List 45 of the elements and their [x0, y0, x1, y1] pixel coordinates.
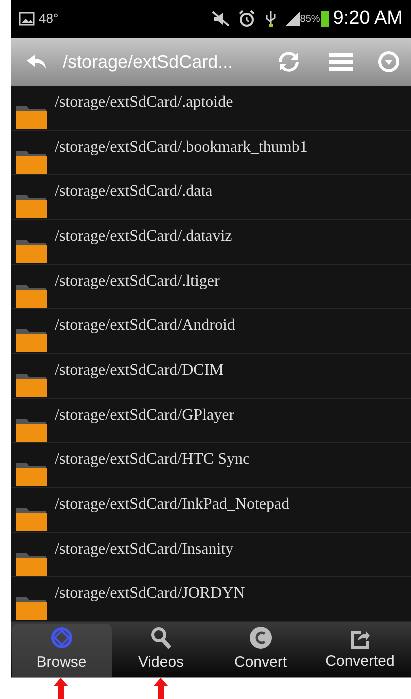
search-icon	[150, 626, 172, 650]
folder-icon	[15, 194, 47, 218]
alarm-clock-icon	[238, 10, 256, 28]
refresh-icon	[278, 51, 300, 73]
back-icon	[26, 54, 48, 70]
folder-path[interactable]: /storage/extSdCard/HTC Sync	[55, 448, 250, 472]
tab[interactable]: Browse	[12, 624, 112, 677]
battery-percent: 85%	[300, 12, 320, 26]
folder-path[interactable]: /storage/extSdCard/Android	[55, 314, 236, 338]
tab[interactable]: Converted	[310, 624, 410, 677]
temperature-text: 48°	[39, 10, 59, 28]
folder-icon	[15, 328, 47, 352]
signal-icon	[286, 12, 300, 26]
dropdown-icon	[378, 51, 400, 73]
folder-icon	[15, 105, 47, 129]
folder-path[interactable]: /storage/extSdCard/InkPad_Notepad	[55, 493, 290, 518]
folder-path[interactable]: /storage/extSdCard/.bookmark_thumb1	[55, 136, 308, 160]
folder-icon	[15, 596, 47, 620]
folder-icon	[15, 239, 47, 264]
folder-path[interactable]: /storage/extSdCard/.ltiger	[55, 270, 220, 294]
clock: 9:20 AM	[333, 6, 403, 31]
toolbar-title: /storage/extSdCard...	[63, 50, 234, 74]
folder-icon	[15, 284, 47, 308]
folder-icon	[15, 507, 47, 532]
battery-icon	[321, 11, 330, 27]
tab[interactable]: Convert	[211, 624, 310, 677]
folder-icon	[15, 462, 47, 486]
folder-icon	[15, 552, 47, 576]
folder-icon	[15, 373, 47, 398]
folder-path[interactable]: /storage/extSdCard/Insanity	[55, 538, 234, 562]
folder-path[interactable]: /storage/extSdCard/.dataviz	[55, 225, 232, 250]
convert-icon	[248, 626, 273, 650]
image-icon	[19, 12, 35, 26]
folder-path[interactable]: /storage/extSdCard/JORDYN	[55, 582, 246, 606]
tab[interactable]: Videos	[112, 624, 211, 677]
folder-icon	[15, 150, 47, 174]
folder-icon	[15, 418, 47, 442]
crosshair-icon	[50, 626, 74, 650]
menu-icon	[329, 52, 353, 72]
folder-path[interactable]: /storage/extSdCard/GPlayer	[55, 404, 235, 428]
folder-path[interactable]: /storage/extSdCard/DCIM	[55, 359, 224, 384]
folder-path[interactable]: /storage/extSdCard/.aptoide	[55, 91, 234, 115]
usb-icon	[264, 10, 278, 28]
folder-path[interactable]: /storage/extSdCard/.data	[55, 180, 213, 204]
mute-icon	[212, 11, 230, 27]
